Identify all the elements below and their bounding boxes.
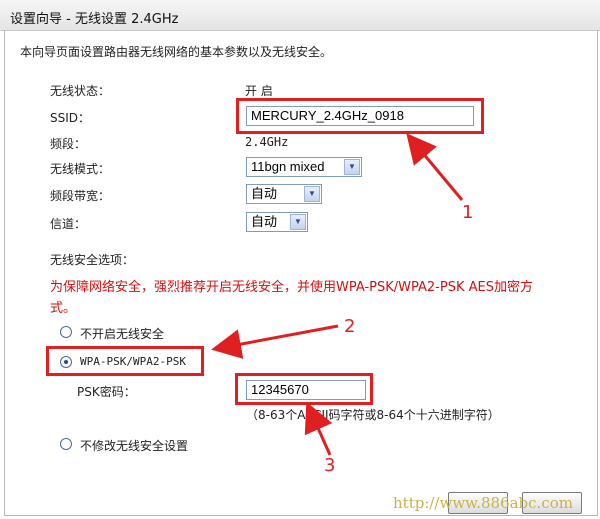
annotation-2: 2 (344, 316, 356, 337)
arrow-1 (406, 133, 464, 201)
arrow-2 (211, 324, 339, 359)
annotation-arrows (211, 133, 464, 456)
watermark: http://www.886abc.com (393, 494, 573, 512)
annotation-1: 1 (462, 202, 474, 223)
annotation-3: 3 (324, 455, 336, 476)
arrow-3 (304, 401, 333, 456)
